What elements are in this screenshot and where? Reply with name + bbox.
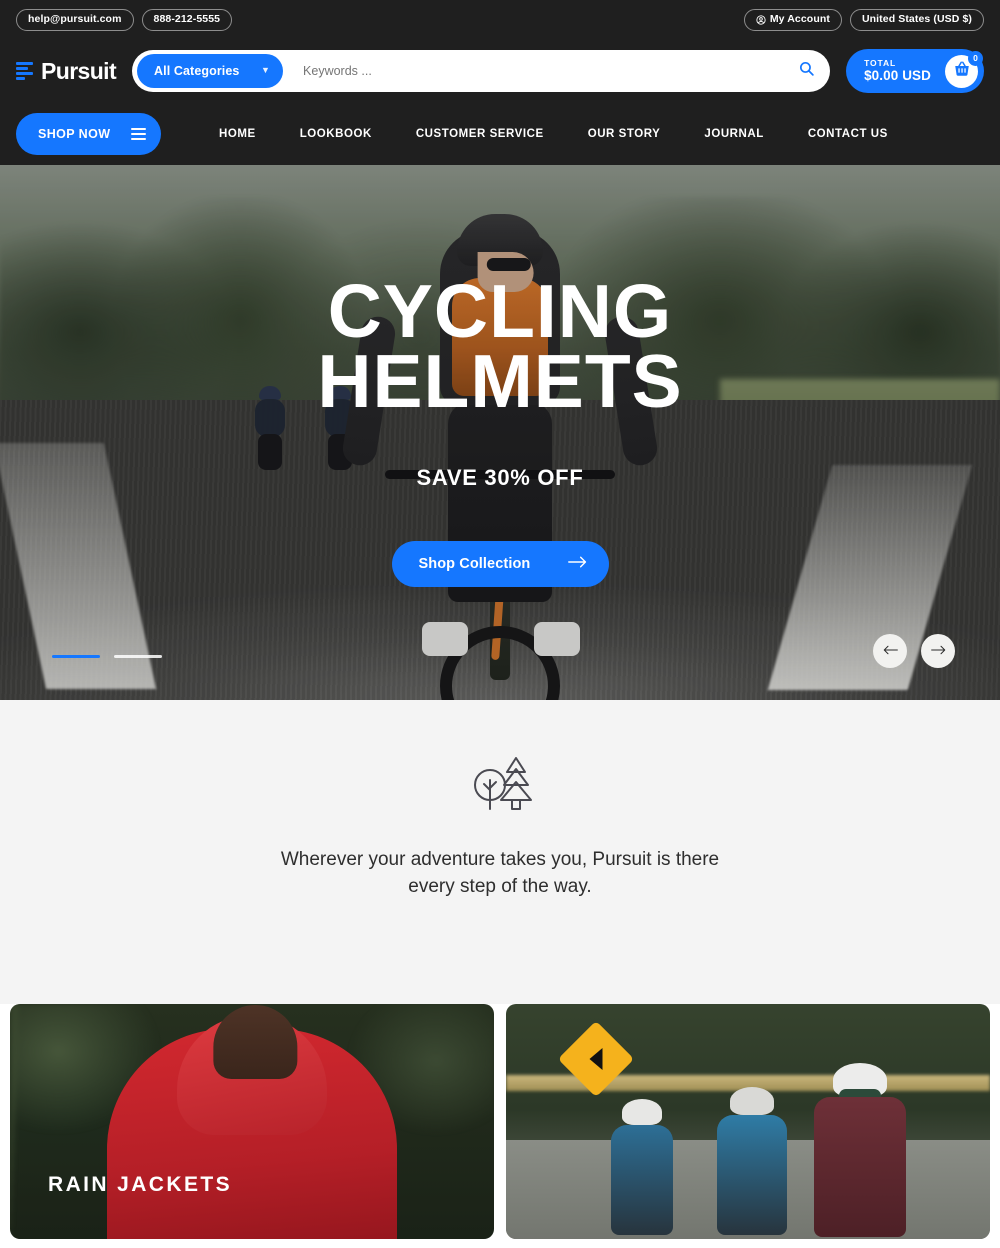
search-submit-button[interactable]	[786, 60, 826, 82]
collection-cards: RAIN JACKETS	[0, 1004, 1000, 1239]
nav-link-our-story[interactable]: OUR STORY	[566, 128, 683, 140]
hero-content: CYCLING HELMETS SAVE 30% OFF Shop Collec…	[0, 165, 1000, 700]
carousel-indicator-2[interactable]	[114, 654, 162, 658]
phone-label: 888-212-5555	[153, 13, 221, 26]
arrow-right-icon	[930, 643, 946, 660]
nav-links: HOME LOOKBOOK CUSTOMER SERVICE OUR STORY…	[197, 128, 910, 140]
collection-card-label: RAIN JACKETS	[48, 1173, 232, 1196]
chevron-down-icon: ▼	[261, 65, 271, 75]
brand-name: Pursuit	[41, 57, 117, 84]
email-label: help@pursuit.com	[28, 13, 122, 26]
collection-card-cycling[interactable]	[506, 1004, 990, 1239]
nav-link-lookbook[interactable]: LOOKBOOK	[278, 128, 394, 140]
shop-now-button[interactable]: SHOP NOW	[16, 112, 161, 155]
hero-title-line-2: HELMETS	[317, 338, 683, 423]
trees-icon	[466, 752, 534, 819]
nav-link-home[interactable]: HOME	[197, 128, 278, 140]
shop-now-label: SHOP NOW	[38, 126, 111, 141]
cart-total-amount: $0.00 USD	[864, 68, 931, 84]
category-select[interactable]: All Categories ▼	[137, 54, 284, 88]
arrow-left-icon	[883, 643, 898, 660]
carousel-next-button[interactable]	[921, 634, 955, 668]
carousel-indicators	[52, 654, 162, 658]
hero-subtitle: SAVE 30% OFF	[416, 464, 584, 490]
hero-carousel: CYCLING HELMETS SAVE 30% OFF Shop Collec…	[0, 165, 1000, 700]
carousel-nav	[873, 634, 955, 668]
hero-title: CYCLING HELMETS	[317, 274, 682, 419]
basket-icon	[953, 60, 971, 83]
region-label: United States (USD $)	[861, 13, 972, 26]
tagline-section: Wherever your adventure takes you, Pursu…	[0, 700, 1000, 1004]
shop-collection-label: Shop Collection	[418, 555, 531, 572]
cart-button[interactable]: TOTAL $0.00 USD 0	[846, 49, 984, 93]
user-icon	[756, 14, 766, 25]
search-input[interactable]	[283, 64, 787, 78]
search-icon	[798, 60, 815, 82]
shop-collection-button[interactable]: Shop Collection	[391, 540, 609, 587]
nav-link-journal[interactable]: JOURNAL	[682, 128, 785, 140]
my-account-pill[interactable]: My Account	[743, 9, 842, 31]
utility-bar: help@pursuit.com 888-212-5555 My Account…	[0, 0, 1000, 40]
category-select-label: All Categories	[154, 64, 240, 78]
cart-total: TOTAL $0.00 USD	[864, 58, 931, 85]
logo-bars-icon	[16, 62, 33, 80]
cart-total-label: TOTAL	[864, 57, 897, 68]
region-currency-pill[interactable]: United States (USD $)	[849, 9, 984, 31]
nav-link-contact-us[interactable]: CONTACT US	[786, 128, 910, 140]
site-logo[interactable]: Pursuit	[16, 57, 117, 84]
cart-count-badge: 0	[968, 50, 983, 66]
my-account-label: My Account	[769, 13, 830, 26]
main-navigation: SHOP NOW HOME LOOKBOOK CUSTOMER SERVICE …	[0, 102, 1000, 165]
utility-bar-right: My Account United States (USD $)	[743, 9, 984, 31]
search-row: Pursuit All Categories ▼ TOTAL $0.00 USD	[0, 40, 1000, 102]
tagline-text: Wherever your adventure takes you, Pursu…	[280, 848, 720, 897]
carousel-prev-button[interactable]	[873, 634, 907, 668]
utility-bar-left: help@pursuit.com 888-212-5555	[16, 9, 233, 31]
phone-pill[interactable]: 888-212-5555	[141, 9, 233, 31]
nav-link-customer-service[interactable]: CUSTOMER SERVICE	[394, 128, 566, 140]
search-bar: All Categories ▼	[132, 50, 831, 92]
email-pill[interactable]: help@pursuit.com	[16, 9, 134, 31]
collection-card-rain-jackets[interactable]: RAIN JACKETS	[10, 1004, 494, 1239]
hamburger-menu-icon[interactable]	[131, 127, 146, 140]
carousel-indicator-1[interactable]	[52, 654, 100, 658]
cart-icon-circle: 0	[945, 50, 983, 88]
arrow-right-icon	[567, 555, 587, 573]
